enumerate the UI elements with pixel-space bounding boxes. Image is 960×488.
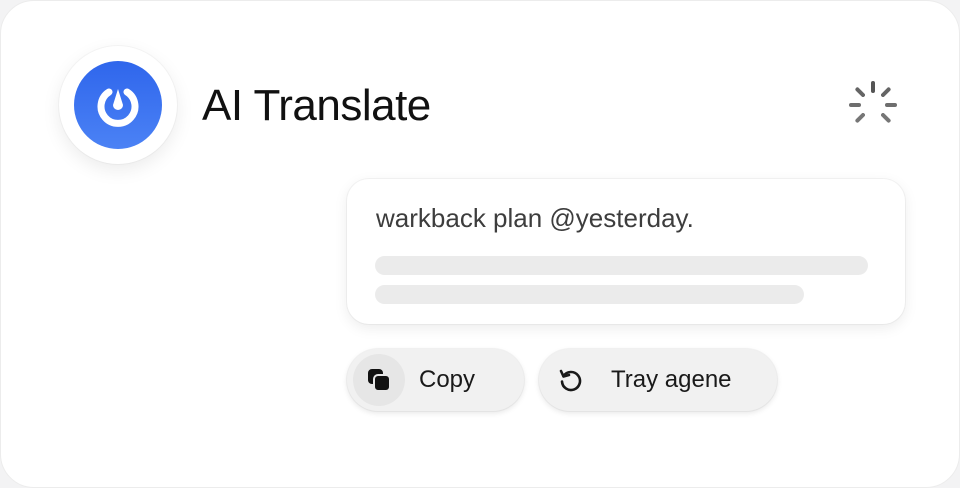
loading-spinner-icon xyxy=(849,81,897,123)
refresh-icon-wrap xyxy=(545,354,597,406)
translate-card: AI Translate warkback plan @yesterday. C… xyxy=(0,0,960,488)
translation-text: warkback plan @yesterday. xyxy=(376,203,694,233)
refresh-icon xyxy=(559,369,582,392)
copy-label: Copy xyxy=(419,366,476,393)
try-again-label: Tray agene xyxy=(611,366,732,393)
copy-icon-wrap xyxy=(353,354,405,406)
logo-badge xyxy=(74,61,162,149)
try-again-button[interactable]: Tray agene xyxy=(539,349,777,411)
ring-icon xyxy=(97,88,139,127)
app-title: AI Translate xyxy=(202,81,431,130)
copy-icon xyxy=(368,369,391,392)
loading-skeleton-line xyxy=(375,256,868,275)
copy-button[interactable]: Copy xyxy=(347,349,524,411)
translation-result-bubble: warkback plan @yesterday. xyxy=(347,179,905,324)
loading-skeleton-line xyxy=(375,285,804,304)
app-logo xyxy=(59,46,177,164)
